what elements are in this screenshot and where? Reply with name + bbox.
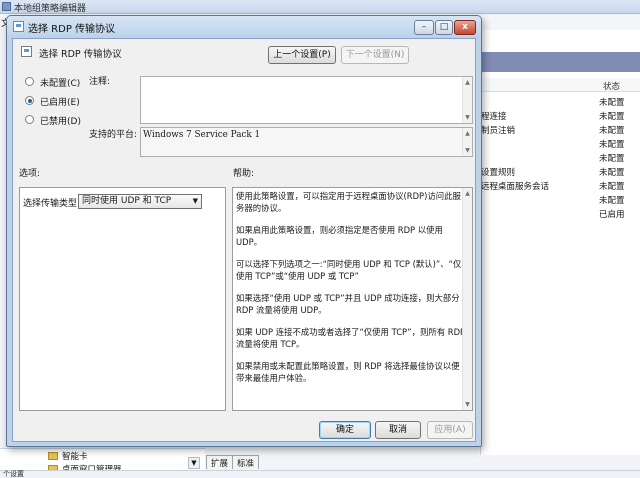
ok-button[interactable]: 确定 <box>319 421 371 439</box>
policy-editor-titlebar: 本地组策略编辑器 <box>0 0 640 14</box>
options-label: 选项: <box>19 169 41 179</box>
dialog-title: 选择 RDP 传输协议 <box>28 24 116 35</box>
scroll-up-arrow-icon[interactable]: ▲ <box>463 78 472 87</box>
help-paragraph: 如果启用此策略设置，则必须指定是否使用 RDP 以使用 UDP。 <box>236 225 443 247</box>
help-paragraph: 如果选择“使用 UDP 或 TCP”并且 UDP 成功连接，则大部分 RDP 流… <box>236 293 460 315</box>
scroll-down-arrow-icon[interactable]: ▼ <box>463 146 472 155</box>
tree-item[interactable]: 桌面窗口管理器 <box>62 463 122 470</box>
status-text: 个设置 <box>3 470 24 478</box>
status-bar <box>0 470 640 478</box>
comment-label: 注释: <box>89 77 111 87</box>
help-text: 使用此策略设置，可以指定用于远程桌面协议(RDP)访问此服务器的协议。 如果启用… <box>236 190 466 394</box>
setting-state: 未配置 <box>599 168 625 178</box>
help-paragraph: 使用此策略设置，可以指定用于远程桌面协议(RDP)访问此服务器的协议。 <box>236 191 461 213</box>
policy-editor-title: 本地组策略编辑器 <box>14 4 87 14</box>
setting-state: 未配置 <box>599 140 625 150</box>
scroll-down-arrow-icon[interactable]: ▼ <box>463 113 472 122</box>
options-panel: 选择传输类型 同时使用 UDP 和 TCP ▼ <box>19 187 226 411</box>
close-button[interactable]: x <box>454 20 476 35</box>
help-paragraph: 可以选择下列选项之一:“同时使用 UDP 和 TCP (默认)”、“仅使用 TC… <box>236 259 462 281</box>
scroll-up-arrow-icon[interactable]: ▲ <box>463 129 472 138</box>
setting-state: 未配置 <box>599 154 625 164</box>
setting-state: 未配置 <box>599 182 625 192</box>
column-header-state[interactable]: 状态 <box>603 80 620 92</box>
comment-scrollbar[interactable]: ▲ ▼ <box>462 77 472 123</box>
setting-name[interactable]: 远程桌面服务会话 <box>481 180 549 192</box>
minimize-button[interactable]: – <box>414 20 434 35</box>
tab-extended[interactable]: 扩展 <box>206 455 234 469</box>
help-panel: 使用此策略设置，可以指定用于远程桌面协议(RDP)访问此服务器的协议。 如果启用… <box>232 187 473 411</box>
next-setting-button[interactable]: 下一个设置(N) <box>341 46 409 64</box>
setting-name[interactable]: 制员注销 <box>481 124 515 136</box>
dropdown-arrow-icon[interactable]: ▼ <box>193 195 198 208</box>
cancel-button[interactable]: 取消 <box>375 421 421 439</box>
radio-label[interactable]: 已启用(E) <box>40 95 80 108</box>
setting-header-icon <box>21 46 32 57</box>
settings-list-pane <box>480 30 640 455</box>
policy-setting-icon <box>13 21 24 32</box>
radio-label[interactable]: 已禁用(D) <box>40 114 81 127</box>
supported-platform-field: Windows 7 Service Pack 1 ▲ ▼ <box>140 127 473 157</box>
scroll-down-arrow-icon[interactable]: ▼ <box>463 400 472 409</box>
radio-button-checked-icon[interactable] <box>25 96 34 105</box>
setting-header-title: 选择 RDP 传输协议 <box>39 49 122 60</box>
comment-textarea[interactable]: ▲ ▼ <box>140 76 473 124</box>
setting-name[interactable]: 设置规则 <box>481 166 515 178</box>
supported-platform-value: Windows 7 Service Pack 1 <box>143 130 261 140</box>
policy-editor-icon <box>2 2 11 11</box>
apply-button[interactable]: 应用(A) <box>427 421 473 439</box>
radio-label[interactable]: 未配置(C) <box>40 76 80 89</box>
tree-item[interactable]: 智能卡 <box>62 450 88 462</box>
transport-type-value: 同时使用 UDP 和 TCP <box>82 196 172 206</box>
scroll-down-arrow-icon[interactable]: ▼ <box>188 457 200 469</box>
dialog-titlebar[interactable]: 选择 RDP 传输协议 – □ x <box>7 16 481 38</box>
previous-setting-button[interactable]: 上一个设置(P) <box>268 46 336 64</box>
help-label: 帮助: <box>233 169 255 179</box>
setting-state: 未配置 <box>599 126 625 136</box>
scroll-up-arrow-icon[interactable]: ▲ <box>463 189 472 198</box>
list-toolbar <box>480 52 640 72</box>
radio-button-icon[interactable] <box>25 77 34 86</box>
folder-icon <box>48 452 58 460</box>
radio-button-icon[interactable] <box>25 115 34 124</box>
platform-scrollbar[interactable]: ▲ ▼ <box>462 128 472 156</box>
setting-state: 已启用 <box>599 210 625 220</box>
policy-setting-dialog: 选择 RDP 传输协议 – □ x 选择 RDP 传输协议 上一个设置(P) 下… <box>6 15 482 447</box>
help-paragraph: 如果禁用或未配置此策略设置，则 RDP 将选择最佳协议以便带来最佳用户体验。 <box>236 361 460 383</box>
help-paragraph: 如果 UDP 连接不成功或者选择了“仅使用 TCP”，则所有 RDP 流量将使用… <box>236 327 466 349</box>
maximize-button[interactable]: □ <box>435 20 453 35</box>
setting-state: 未配置 <box>599 112 625 122</box>
setting-name[interactable]: 程连接 <box>481 110 507 122</box>
tab-standard[interactable]: 标准 <box>232 455 260 469</box>
setting-state: 未配置 <box>599 196 625 206</box>
transport-type-label: 选择传输类型 <box>23 199 78 209</box>
transport-type-select[interactable]: 同时使用 UDP 和 TCP ▼ <box>78 194 202 209</box>
dialog-body: 选择 RDP 传输协议 上一个设置(P) 下一个设置(N) 未配置(C) 已启用… <box>12 38 476 442</box>
supported-platform-label: 支持的平台: <box>89 130 138 140</box>
help-scrollbar[interactable]: ▲ ▼ <box>462 188 472 410</box>
setting-state: 未配置 <box>599 98 625 108</box>
